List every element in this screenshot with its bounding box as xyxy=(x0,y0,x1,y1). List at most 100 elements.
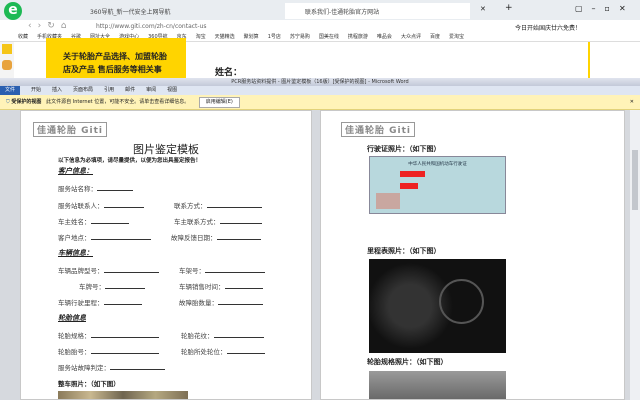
vertical-scrollbar[interactable] xyxy=(630,110,640,400)
search-hint[interactable]: 今日开始国庆廿六免费！ xyxy=(515,23,581,32)
tab-close-icon[interactable]: ✕ xyxy=(480,5,486,13)
intro-text: 以下信息为必填项，请尽量提供，以便为您出具鉴定报告！ xyxy=(58,158,202,164)
name-label: 姓名： xyxy=(215,68,243,78)
bookmark[interactable]: 国美在线 xyxy=(319,34,339,40)
close-icon[interactable]: ✕ xyxy=(630,95,634,110)
field-label: 轮胎所处轮位： xyxy=(181,348,227,356)
protected-title: 受保护的视图 xyxy=(11,99,42,105)
protected-view-bar: ⛉ 受保护的视图 此文件源自 Internet 位置，可能不安全。请单击查看详细… xyxy=(0,95,640,110)
field-blank[interactable] xyxy=(90,234,151,240)
bookmark[interactable]: 天猫精选 xyxy=(215,34,235,40)
favorites-icon[interactable] xyxy=(2,44,12,54)
field-label: 车牌号： xyxy=(79,283,105,291)
scrollbar-thumb[interactable] xyxy=(632,150,638,210)
field-label: 服务站名称： xyxy=(58,185,97,193)
tab-view[interactable]: 视图 xyxy=(167,87,177,93)
bookmark[interactable]: 苏宁易购 xyxy=(290,34,310,40)
address-bar-row: ‹›↻⌂ http://www.giti.com/zh-cn/contact-u… xyxy=(0,20,640,33)
word-title-bar: PCR服务站资料提供 - 图片鉴定模板（16版）[受保护的视图] - Micro… xyxy=(0,78,640,86)
divider xyxy=(588,42,590,78)
tab-references[interactable]: 引用 xyxy=(104,87,114,93)
tab-home[interactable]: 开始 xyxy=(31,87,41,93)
field-blank[interactable] xyxy=(90,332,159,338)
field-blank[interactable] xyxy=(105,283,145,289)
browser-tab-active[interactable]: 联系我们-佳通轮胎官方网站 xyxy=(285,3,470,19)
tab-file[interactable]: 文件 xyxy=(0,86,21,95)
bookmark[interactable]: 收藏 xyxy=(18,34,28,40)
tab-insert[interactable]: 插入 xyxy=(52,87,62,93)
vehicle-photo-label: 整车照片：（如下图） xyxy=(58,380,120,388)
speedometer-dial xyxy=(439,279,484,324)
ribbon-tabs: 文件 开始 插入 页面布局 引用 邮件 审阅 视图 xyxy=(0,86,640,95)
giti-logo: 佳通轮胎 Giti xyxy=(341,122,415,137)
shield-icon: ⛉ xyxy=(6,99,10,105)
field-label: 轮胎花纹： xyxy=(181,332,214,340)
url-input[interactable]: http://www.giti.com/zh-cn/contact-us xyxy=(96,23,206,30)
bookmark[interactable]: 淘宝 xyxy=(196,34,206,40)
field-blank[interactable] xyxy=(218,299,263,305)
banner-line: 店及产品 售后服务等相关事 xyxy=(63,65,162,74)
field-label: 联系方式： xyxy=(174,202,207,210)
field-blank[interactable] xyxy=(226,348,265,354)
bookmark[interactable]: 唯品会 xyxy=(377,34,392,40)
browser-logo-icon: e xyxy=(4,2,22,20)
section-vehicle: 车辆信息： xyxy=(58,249,93,257)
window-controls[interactable]: ▢–▫✕ xyxy=(575,4,635,13)
field-blank[interactable] xyxy=(224,283,263,289)
field-blank[interactable] xyxy=(110,364,165,370)
contact-banner: 关于轮胎产品选择、加盟轮胎 店及产品 售后服务等相关事 xyxy=(46,38,186,78)
banner-line: 关于轮胎产品选择、加盟轮胎 xyxy=(63,52,167,61)
field-blank[interactable] xyxy=(219,218,262,224)
weibo-icon[interactable] xyxy=(2,60,12,70)
browser-tab-bar: e 360导航_新一代安全上网导航 联系我们-佳通轮胎官方网站 ✕ + ▢–▫✕ xyxy=(0,0,640,20)
field-label: 客户地点： xyxy=(58,234,91,242)
odometer-photo-label: 里程表照片：（如下图） xyxy=(367,247,441,255)
field-label: 车主联系方式： xyxy=(174,218,220,226)
redaction xyxy=(400,183,418,189)
field-blank[interactable] xyxy=(205,267,265,273)
field-blank[interactable] xyxy=(103,267,159,273)
field-blank[interactable] xyxy=(90,348,159,354)
browser-tab[interactable]: 360导航_新一代安全上网导航 xyxy=(70,3,255,19)
tab-mailings[interactable]: 邮件 xyxy=(125,87,135,93)
field-blank[interactable] xyxy=(216,234,261,240)
field-blank[interactable] xyxy=(206,202,262,208)
seal xyxy=(376,193,400,209)
page-left: 佳通轮胎 Giti 图片鉴定模板 以下信息为必填项，请尽量提供，以便为您出具鉴定… xyxy=(20,110,312,400)
field-label: 故障胎数量： xyxy=(179,299,218,307)
bookmark[interactable]: 爱淘宝 xyxy=(449,34,464,40)
field-label: 服务站故障判定： xyxy=(58,364,110,372)
giti-logo: 佳通轮胎 Giti xyxy=(33,122,107,137)
field-label: 车主姓名： xyxy=(58,218,91,226)
license-photo-label: 行驶证照片：（如下图） xyxy=(367,145,441,153)
field-blank[interactable] xyxy=(90,218,129,224)
field-blank[interactable] xyxy=(213,332,264,338)
field-label: 车辆行驶里程： xyxy=(58,299,104,307)
field-label: 轮胎规格： xyxy=(58,332,91,340)
bookmark[interactable]: 百度 xyxy=(430,34,440,40)
new-tab-button[interactable]: + xyxy=(505,3,513,13)
field-label: 服务站联系人： xyxy=(58,202,104,210)
tab-layout[interactable]: 页面布局 xyxy=(73,87,93,93)
license-photo: 中华人民共和国机动车行驶证 xyxy=(369,156,506,214)
field-blank[interactable] xyxy=(97,185,133,191)
bookmark[interactable]: 聚划算 xyxy=(244,34,259,40)
nav-buttons-icon[interactable]: ‹›↻⌂ xyxy=(28,21,72,31)
enable-editing-button[interactable]: 启用编辑(E) xyxy=(198,97,240,108)
bookmark[interactable]: 携程旅游 xyxy=(348,34,368,40)
field-blank[interactable] xyxy=(103,299,142,305)
page-right: 佳通轮胎 Giti 行驶证照片：（如下图） 中华人民共和国机动车行驶证 里程表照… xyxy=(320,110,625,400)
doc-title: 图片鉴定模板 xyxy=(133,143,199,156)
field-label: 故障反馈日期： xyxy=(171,234,217,242)
browser-sidebar xyxy=(0,42,14,78)
tab-review[interactable]: 审阅 xyxy=(146,87,156,93)
field-label: 车辆销售时间： xyxy=(179,283,225,291)
protected-message[interactable]: 此文件源自 Internet 位置，可能不安全。请单击查看详细信息。 xyxy=(46,99,189,105)
field-label: 车架号： xyxy=(179,267,205,275)
bookmark[interactable]: 1号店 xyxy=(268,34,281,40)
bookmark[interactable]: 大众点评 xyxy=(401,34,421,40)
field-blank[interactable] xyxy=(103,202,144,208)
section-customer: 客户信息： xyxy=(58,167,93,175)
license-card-title: 中华人民共和国机动车行驶证 xyxy=(408,162,467,167)
field-label: 轮胎胎号： xyxy=(58,348,91,356)
